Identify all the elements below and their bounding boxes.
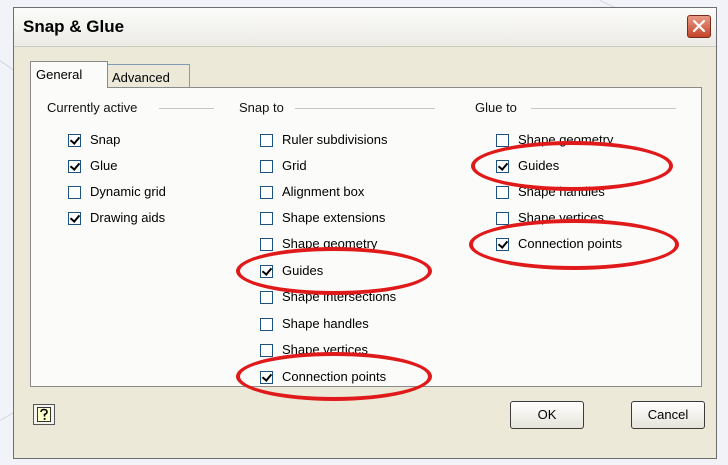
checkbox-box — [68, 212, 81, 225]
help-button[interactable] — [33, 404, 55, 425]
checkbox-box — [68, 160, 81, 173]
tab-label: General — [36, 67, 83, 82]
tab-general[interactable]: General — [30, 61, 108, 88]
tab-label: Advanced — [112, 70, 170, 85]
group-divider — [159, 108, 214, 109]
checkbox-label: Shape handles — [282, 316, 369, 331]
group-divider — [295, 108, 435, 109]
checkbox-box — [260, 318, 273, 331]
close-button[interactable] — [687, 15, 711, 38]
checkbox-label: Alignment box — [282, 184, 365, 199]
group-title-currently-active: Currently active — [47, 100, 138, 115]
title-bar: Snap & Glue — [14, 8, 716, 47]
general-tab-panel: Currently active Snap Glue Dynamic grid … — [30, 87, 702, 401]
tab-advanced[interactable]: Advanced — [106, 64, 190, 88]
checkbox-box — [260, 160, 273, 173]
checkbox-label: Snap — [90, 132, 121, 147]
checkbox-box — [496, 134, 509, 147]
checkbox-label: Glue — [90, 158, 118, 173]
close-icon — [692, 19, 706, 33]
checkbox-label: Ruler subdivisions — [282, 132, 388, 147]
checkbox-box — [260, 291, 273, 304]
dialog-title: Snap & Glue — [23, 17, 125, 36]
checkbox-box — [496, 212, 509, 225]
checkbox-box — [260, 344, 273, 357]
checkbox-box — [68, 186, 81, 199]
checkbox-box — [260, 238, 273, 251]
checkbox-label: Grid — [282, 158, 307, 173]
checkbox-box — [68, 134, 81, 147]
annotation-ellipse — [471, 141, 673, 191]
checkbox-box — [260, 134, 273, 147]
snap-glue-dialog: Snap & Glue Advanced General Currently a… — [13, 7, 717, 459]
group-title-glue-to: Glue to — [475, 100, 517, 115]
group-title-snap-to: Snap to — [239, 100, 284, 115]
annotation-ellipse — [469, 219, 679, 270]
annotation-ellipse — [236, 352, 432, 401]
checkbox-box — [260, 186, 273, 199]
ok-button[interactable]: OK — [510, 401, 584, 429]
checkbox-label: Shape extensions — [282, 210, 386, 225]
help-icon — [37, 407, 51, 422]
checkbox-box — [496, 186, 509, 199]
checkbox-label: Drawing aids — [90, 210, 166, 225]
annotation-ellipse — [236, 247, 432, 295]
group-divider — [531, 108, 676, 109]
checkbox-label: Dynamic grid — [90, 184, 166, 199]
checkbox-box — [260, 212, 273, 225]
cancel-button[interactable]: Cancel — [631, 401, 705, 429]
